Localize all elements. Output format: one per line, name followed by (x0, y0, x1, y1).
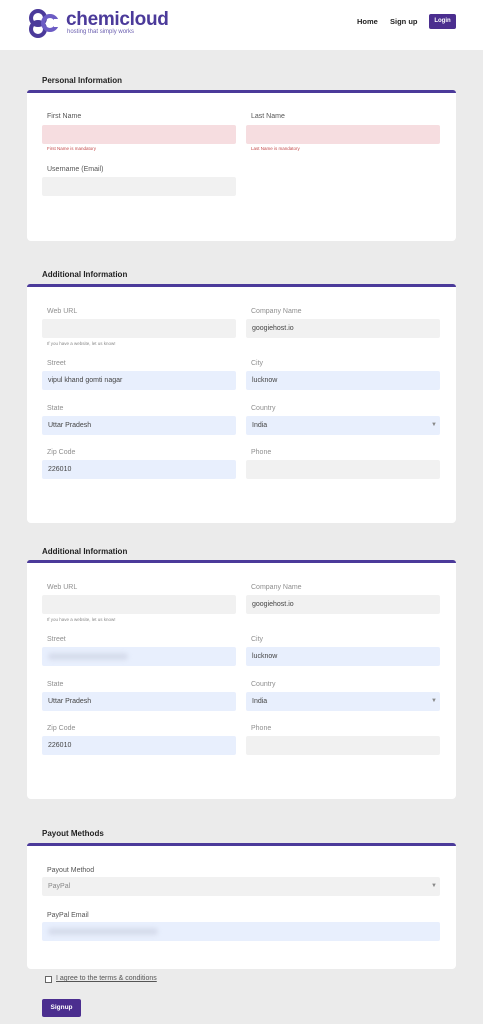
zip-code-input[interactable]: 226010 (42, 736, 236, 755)
last-name-input[interactable] (246, 125, 440, 144)
zip-code-input[interactable]: 226010 (42, 460, 236, 479)
web-url-label: Web URL (47, 584, 78, 591)
city-input[interactable]: lucknow (246, 647, 440, 666)
payout-methods-heading: Payout Methods (42, 829, 104, 838)
chemicloud-logo-icon (29, 9, 62, 38)
web-url-hint: If you have a website, let us know! (47, 341, 116, 346)
street-label: Street (47, 360, 66, 367)
state-input[interactable]: Uttar Pradesh (42, 692, 236, 711)
company-name-label: Company Name (251, 308, 302, 315)
logo-tagline: hosting that simply works (67, 29, 135, 35)
city-label: City (251, 636, 264, 643)
street-input[interactable]: vipul khand gomti nagar (42, 371, 236, 390)
country-label: Country (251, 405, 276, 412)
first-name-input[interactable] (42, 125, 236, 144)
last-name-error: Last Name is mandatory (251, 146, 300, 151)
web-url-input[interactable] (42, 319, 236, 338)
additional-information-heading: Additional Information (42, 270, 128, 279)
redacted-street-value (48, 653, 128, 660)
payout-method-label: Payout Method (47, 867, 95, 874)
chevron-down-icon: ▼ (431, 883, 437, 889)
country-select[interactable]: India (246, 692, 440, 711)
state-input[interactable]: Uttar Pradesh (42, 416, 236, 435)
zip-code-label: Zip Code (47, 725, 76, 732)
payout-method-select[interactable]: PayPal (42, 877, 440, 896)
terms-conditions-link[interactable]: I agree to the terms & conditions (56, 975, 157, 982)
country-select[interactable]: India (246, 416, 440, 435)
country-label: Country (251, 681, 276, 688)
phone-input[interactable] (246, 460, 440, 479)
state-label: State (47, 681, 64, 688)
paypal-email-input[interactable] (42, 922, 440, 941)
web-url-input[interactable] (42, 595, 236, 614)
top-navigation-bar: chemicloud hosting that simply works Hom… (0, 0, 483, 50)
phone-label: Phone (251, 725, 272, 732)
company-name-input[interactable]: googiehost.io (246, 319, 440, 338)
signup-button[interactable]: Signup (42, 999, 81, 1017)
additional-information-card: Web URL If you have a website, let us kn… (27, 284, 456, 523)
additional-information-card-2: Web URL If you have a website, let us kn… (27, 560, 456, 799)
phone-input[interactable] (246, 736, 440, 755)
login-button[interactable]: Login (429, 14, 456, 29)
nav-home-link[interactable]: Home (357, 17, 378, 26)
username-email-input[interactable] (42, 177, 236, 196)
chemicloud-logo[interactable]: chemicloud hosting that simply works (28, 8, 173, 38)
company-name-input[interactable]: googiehost.io (246, 595, 440, 614)
paypal-email-label: PayPal Email (47, 912, 89, 919)
additional-information-heading-2: Additional Information (42, 547, 128, 556)
state-label: State (47, 405, 64, 412)
personal-information-card: First Name First Name is mandatory Last … (27, 90, 456, 241)
personal-information-heading: Personal Information (42, 76, 123, 85)
phone-label: Phone (251, 449, 272, 456)
payout-methods-card: Payout Method PayPal ▼ PayPal Email (27, 843, 456, 969)
terms-checkbox[interactable] (45, 976, 52, 983)
web-url-hint: If you have a website, let us know! (47, 617, 116, 622)
first-name-error: First Name is mandatory (47, 146, 97, 151)
redacted-email-value (48, 928, 158, 935)
city-input[interactable]: lucknow (246, 371, 440, 390)
last-name-label: Last Name (251, 113, 285, 120)
city-label: City (251, 360, 264, 367)
company-name-label: Company Name (251, 584, 302, 591)
chevron-down-icon: ▼ (431, 422, 437, 428)
logo-wordmark: chemicloud (66, 9, 169, 30)
zip-code-label: Zip Code (47, 449, 76, 456)
street-input[interactable] (42, 647, 236, 666)
username-email-label: Username (Email) (47, 166, 104, 173)
nav-signup-link[interactable]: Sign up (390, 17, 418, 26)
street-label: Street (47, 636, 66, 643)
web-url-label: Web URL (47, 308, 78, 315)
chevron-down-icon: ▼ (431, 698, 437, 704)
first-name-label: First Name (47, 113, 82, 120)
